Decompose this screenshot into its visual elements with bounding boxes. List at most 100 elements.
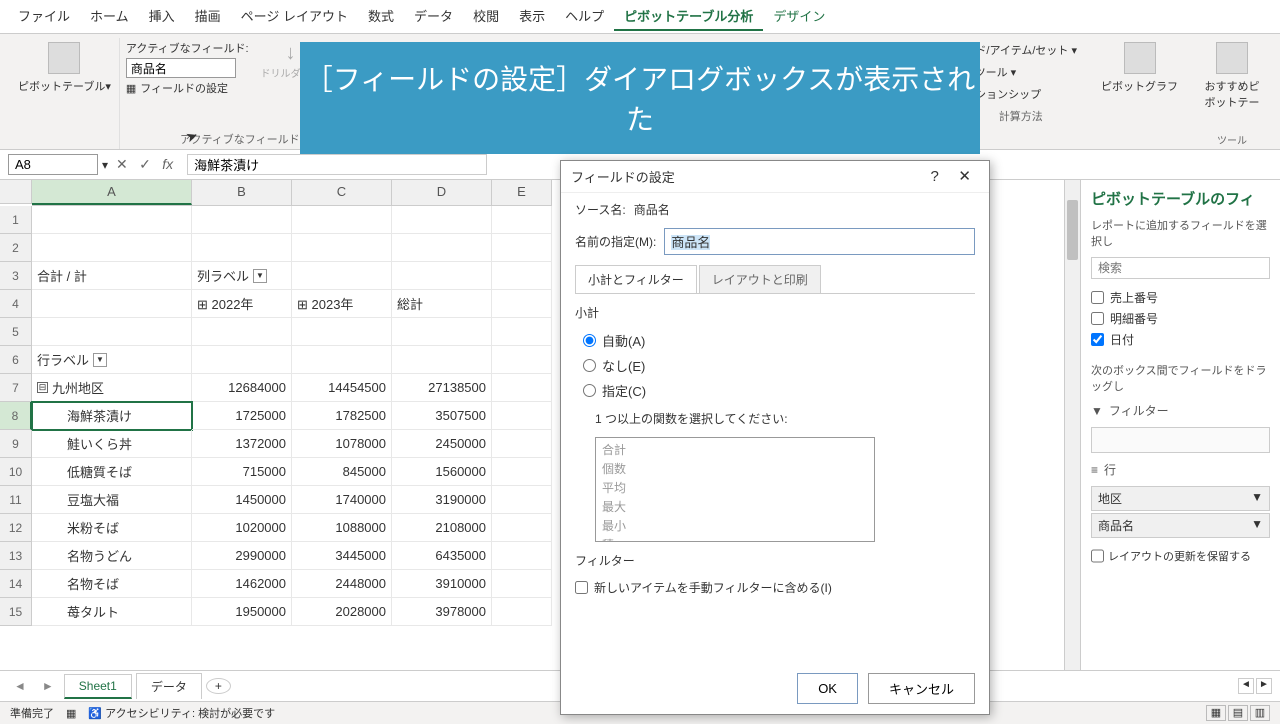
field-search-input[interactable]: [1091, 257, 1270, 279]
cell[interactable]: 総計: [392, 290, 492, 318]
row-header[interactable]: 14: [0, 570, 32, 598]
enter-icon[interactable]: ✓: [135, 156, 155, 172]
accessibility-status[interactable]: ♿ アクセシビリティ: 検討が必要です: [88, 705, 275, 721]
cell[interactable]: [492, 598, 552, 626]
row-header[interactable]: 10: [0, 458, 32, 486]
radio-automatic[interactable]: 自動(A): [583, 331, 975, 350]
cell[interactable]: [492, 374, 552, 402]
cell[interactable]: [292, 262, 392, 290]
col-header-B[interactable]: B: [192, 180, 292, 205]
menu-データ[interactable]: データ: [404, 2, 463, 31]
cell[interactable]: 2450000: [392, 430, 492, 458]
view-pagelayout-icon[interactable]: ▤: [1228, 705, 1248, 721]
tab-subtotals-filters[interactable]: 小計とフィルター: [575, 265, 697, 293]
sheet-tab-sheet1[interactable]: Sheet1: [64, 674, 132, 699]
cell[interactable]: [492, 346, 552, 374]
cell[interactable]: [32, 234, 192, 262]
cell[interactable]: [492, 542, 552, 570]
cell[interactable]: [32, 206, 192, 234]
menu-デザイン[interactable]: デザイン: [763, 2, 835, 31]
sheet-tab-data[interactable]: データ: [136, 673, 202, 699]
recommend-icon[interactable]: [1216, 42, 1248, 74]
cell[interactable]: 27138500: [392, 374, 492, 402]
cell[interactable]: 2990000: [192, 542, 292, 570]
row-header[interactable]: 1: [0, 206, 32, 234]
row-header[interactable]: 6: [0, 346, 32, 374]
function-listbox[interactable]: 合計個数平均最大最小積: [595, 437, 875, 542]
cell[interactable]: 1725000: [192, 402, 292, 430]
cell[interactable]: 低糖質そば: [32, 458, 192, 486]
cell[interactable]: 1782500: [292, 402, 392, 430]
filter-dropdown-icon[interactable]: ▼: [253, 269, 267, 283]
select-all-cell[interactable]: [0, 180, 32, 204]
cell[interactable]: 米粉そば: [32, 514, 192, 542]
hscroll-left[interactable]: ◄: [1238, 678, 1254, 694]
cancel-button[interactable]: キャンセル: [868, 673, 975, 704]
row-header[interactable]: 13: [0, 542, 32, 570]
help-icon[interactable]: ?: [922, 168, 946, 185]
radio-none[interactable]: なし(E): [583, 356, 975, 375]
function-option[interactable]: 最小: [602, 516, 868, 535]
field-checkbox[interactable]: 明細番号: [1091, 308, 1270, 329]
cell[interactable]: [32, 318, 192, 346]
cell[interactable]: ⊞ 2023年: [292, 290, 392, 318]
tab-nav-next[interactable]: ►: [36, 679, 60, 693]
field-checkbox[interactable]: 日付: [1091, 329, 1270, 350]
field-checkbox[interactable]: 売上番号: [1091, 287, 1270, 308]
cell[interactable]: [492, 234, 552, 262]
cell[interactable]: [492, 290, 552, 318]
new-sheet-button[interactable]: +: [206, 678, 231, 694]
cell[interactable]: [192, 234, 292, 262]
row-header[interactable]: 4: [0, 290, 32, 318]
tab-nav-prev[interactable]: ◄: [8, 679, 32, 693]
cell[interactable]: ⊞ 2022年: [192, 290, 292, 318]
cell[interactable]: 苺タルト: [32, 598, 192, 626]
row-header[interactable]: 15: [0, 598, 32, 626]
cell[interactable]: [392, 346, 492, 374]
cell[interactable]: ⊟九州地区: [32, 374, 192, 402]
row-header[interactable]: 3: [0, 262, 32, 290]
row-header[interactable]: 8: [0, 402, 32, 430]
cell[interactable]: 行ラベル▼: [32, 346, 192, 374]
cell[interactable]: 豆塩大福: [32, 486, 192, 514]
tab-layout-print[interactable]: レイアウトと印刷: [699, 265, 821, 293]
function-option[interactable]: 個数: [602, 459, 868, 478]
row-header[interactable]: 12: [0, 514, 32, 542]
cell[interactable]: [32, 290, 192, 318]
cell[interactable]: [492, 570, 552, 598]
cell[interactable]: 845000: [292, 458, 392, 486]
row-header[interactable]: 2: [0, 234, 32, 262]
menu-挿入[interactable]: 挿入: [139, 2, 185, 31]
cell[interactable]: [492, 402, 552, 430]
cancel-icon[interactable]: ✕: [112, 156, 132, 172]
radio-custom[interactable]: 指定(C): [583, 381, 975, 400]
include-new-items-checkbox[interactable]: 新しいアイテムを手動フィルターに含める(I): [575, 579, 975, 596]
cell[interactable]: 名物うどん: [32, 542, 192, 570]
cell[interactable]: 14454500: [292, 374, 392, 402]
menu-表示[interactable]: 表示: [509, 2, 555, 31]
hscroll-right[interactable]: ►: [1256, 678, 1272, 694]
cell[interactable]: [292, 346, 392, 374]
ok-button[interactable]: OK: [797, 673, 858, 704]
menu-校閲[interactable]: 校閲: [463, 2, 509, 31]
pivotchart-icon[interactable]: [1124, 42, 1156, 74]
cell[interactable]: 鮭いくら丼: [32, 430, 192, 458]
cell[interactable]: [192, 346, 292, 374]
menu-ピボットテーブル分析[interactable]: ピボットテーブル分析: [614, 2, 763, 31]
menu-描画[interactable]: 描画: [185, 2, 231, 31]
row-field-item[interactable]: 商品名▼: [1091, 513, 1270, 538]
cell[interactable]: 合計 / 計: [32, 262, 192, 290]
cell[interactable]: [192, 206, 292, 234]
row-header[interactable]: 7: [0, 374, 32, 402]
cell[interactable]: 6435000: [392, 542, 492, 570]
col-header-E[interactable]: E: [492, 180, 552, 205]
cell[interactable]: [492, 318, 552, 346]
cell[interactable]: 3190000: [392, 486, 492, 514]
view-pagebreak-icon[interactable]: ▥: [1250, 705, 1270, 721]
cell[interactable]: 1020000: [192, 514, 292, 542]
cell[interactable]: 3978000: [392, 598, 492, 626]
row-header[interactable]: 11: [0, 486, 32, 514]
cell[interactable]: 海鮮茶漬け: [32, 402, 192, 430]
col-header-D[interactable]: D: [392, 180, 492, 205]
defer-layout-checkbox[interactable]: レイアウトの更新を保留する: [1091, 548, 1270, 564]
